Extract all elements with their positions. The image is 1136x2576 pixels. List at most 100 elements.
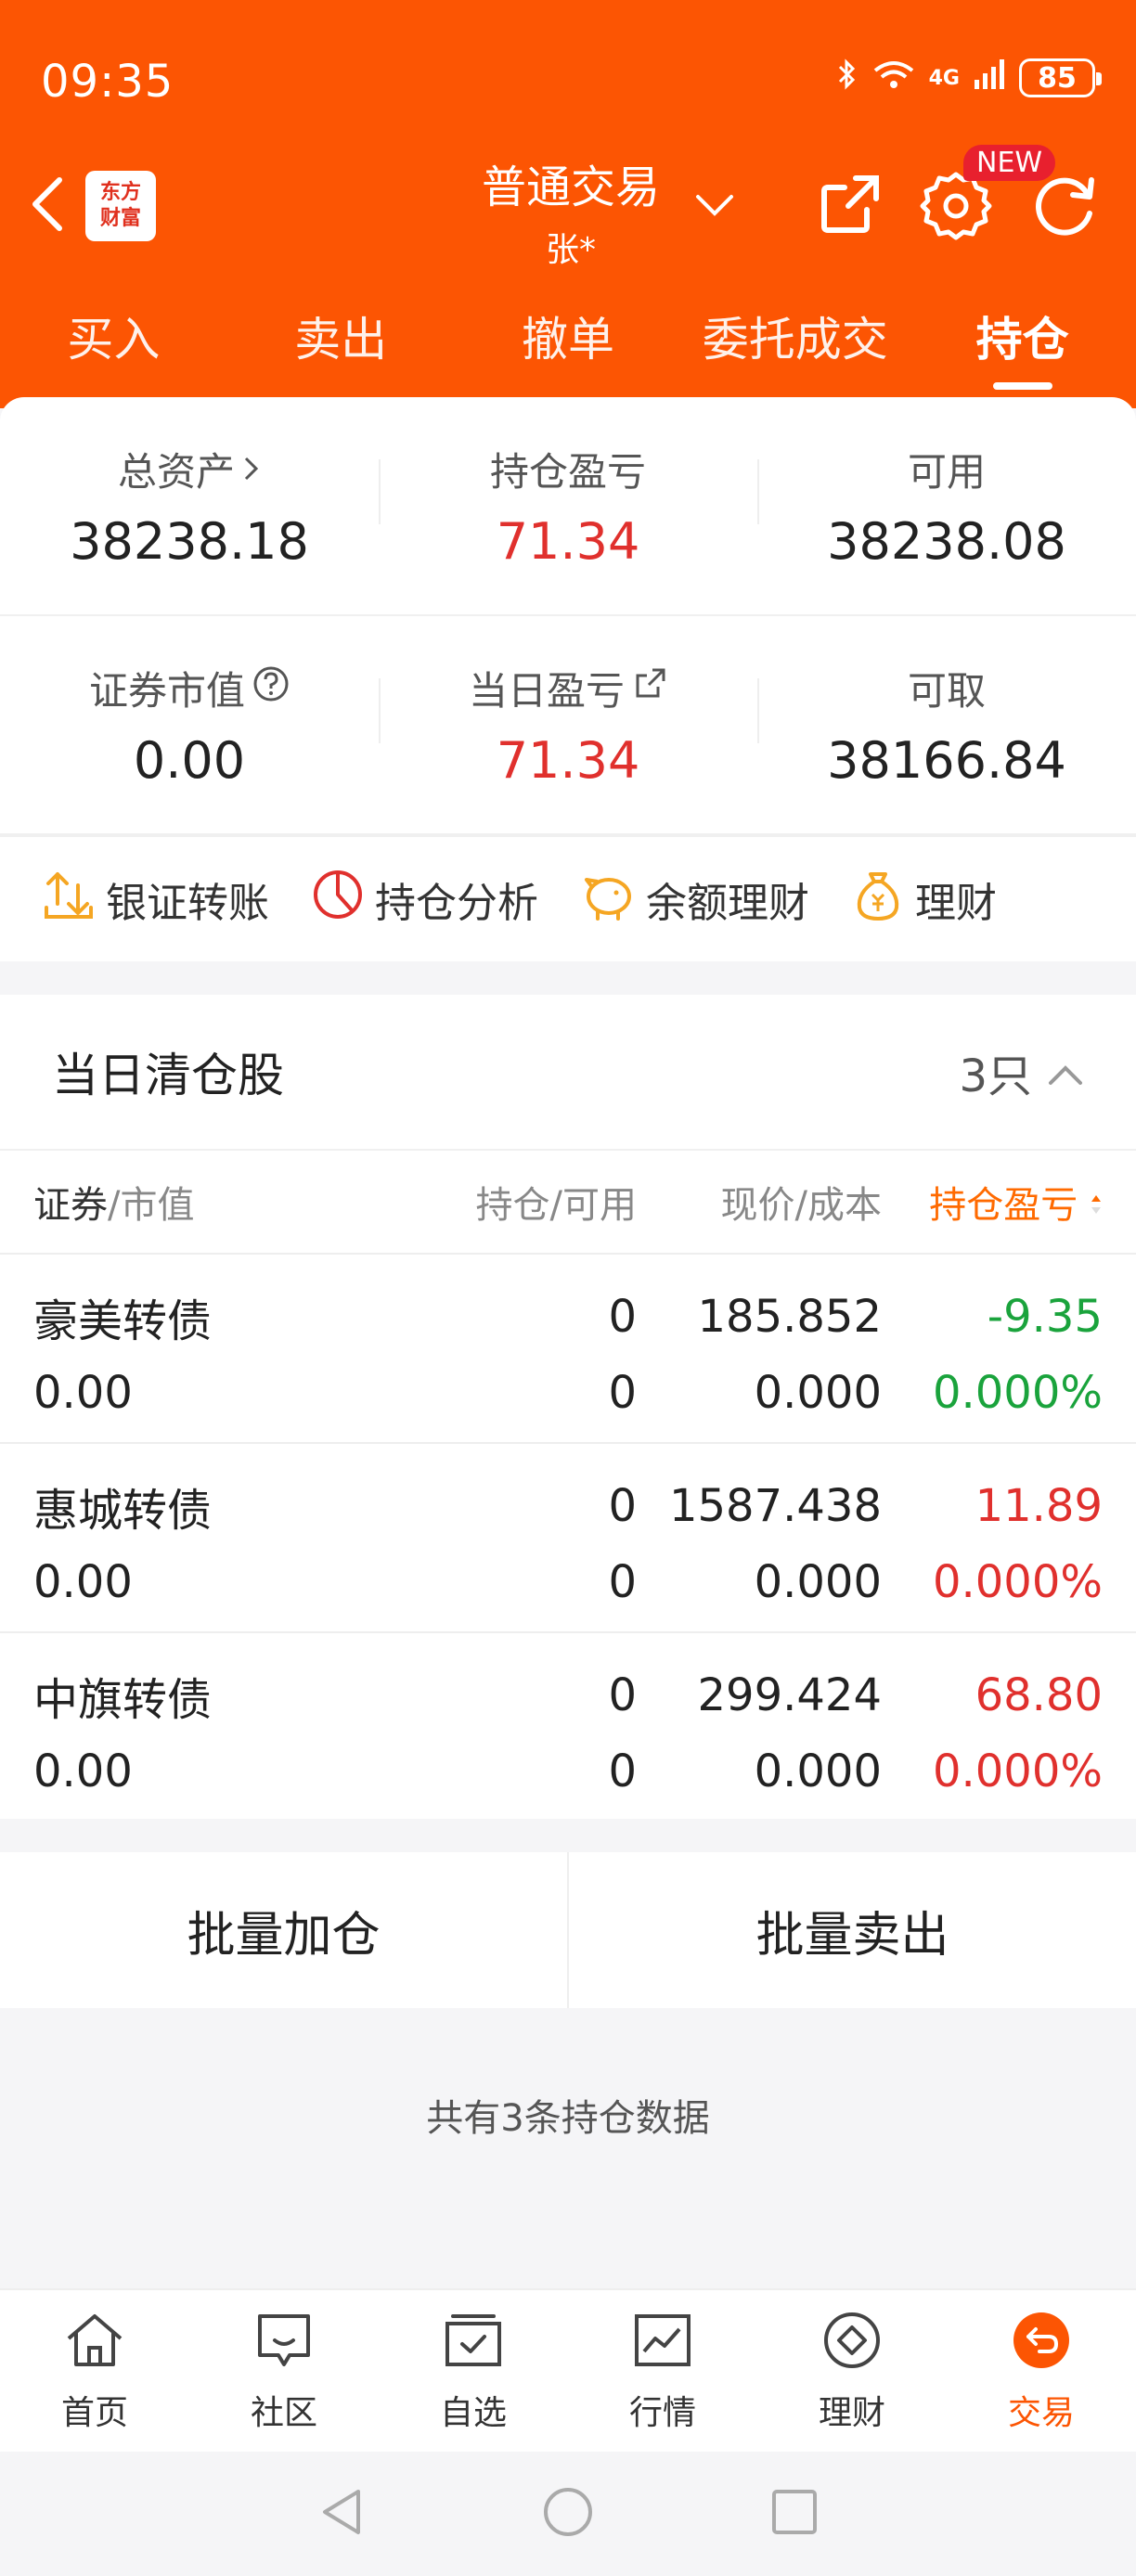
- account-switcher[interactable]: 普通交易 张*: [464, 150, 678, 271]
- nav-wealth[interactable]: 理财: [757, 2290, 947, 2452]
- line-chart-icon: [629, 2309, 696, 2380]
- section-count: 3只: [959, 1050, 1032, 1102]
- balance-wealth-label: 余额理财: [646, 880, 809, 927]
- metrics-row-2: 证券市值 0.00 当日盈亏 71.34 可取 38166.84: [0, 616, 1136, 835]
- row-name: 惠城转债: [33, 1485, 213, 1537]
- row-pnl: 11.89: [975, 1480, 1103, 1532]
- row-market-value: 0.00: [33, 1367, 133, 1419]
- metrics-row-1: 总资产 38238.18 持仓盈亏 71.34 可用 38238.08: [0, 397, 1136, 616]
- position-pnl-value: 71.34: [496, 512, 640, 571]
- daily-pnl-value: 71.34: [496, 731, 640, 790]
- money-bag-icon: [850, 867, 906, 933]
- row-pnl: -9.35: [987, 1291, 1103, 1343]
- positions-count-note: 共有3条持仓数据: [426, 2097, 710, 2140]
- bluetooth-icon: [836, 58, 858, 98]
- chevron-up-icon[interactable]: [1047, 1046, 1084, 1098]
- row-available: 0: [608, 1745, 637, 1797]
- page-title: 普通交易: [481, 161, 660, 213]
- nav-watchlist-label: 自选: [439, 2393, 507, 2432]
- status-icons: 4G 85: [836, 58, 1102, 98]
- system-home-icon[interactable]: [542, 2486, 594, 2542]
- nav-community-label: 社区: [250, 2393, 317, 2432]
- row-pnl-pct: 0.000%: [932, 1367, 1103, 1419]
- tab-sell[interactable]: 卖出: [227, 303, 455, 395]
- sort-icon: [1078, 1184, 1103, 1227]
- nav-wealth-label: 理财: [818, 2393, 885, 2432]
- withdrawable-label: 可取: [907, 668, 986, 714]
- row-cost: 0.000: [754, 1367, 882, 1419]
- nav-market[interactable]: 行情: [568, 2290, 757, 2452]
- nav-watchlist[interactable]: 自选: [379, 2290, 568, 2452]
- position-analysis-label: 持仓分析: [375, 880, 538, 927]
- wealth-button[interactable]: 理财: [850, 867, 997, 933]
- wealth-label: 理财: [915, 880, 997, 927]
- account-summary-card: 总资产 38238.18 持仓盈亏 71.34 可用 38238.08 证券市值: [0, 397, 1136, 961]
- nav-trade[interactable]: 交易: [947, 2290, 1136, 2452]
- metric-position-pnl: 持仓盈亏 71.34: [379, 441, 757, 571]
- bank-transfer-button[interactable]: 银证转账: [41, 867, 269, 933]
- table-header: 证券/市值 持仓/可用 现价/成本 持仓盈亏: [0, 1151, 1136, 1253]
- cleared-positions-section: 当日清仓股 3只 证券/市值 持仓/可用 现价/成本 持仓盈亏 豪美转债 0 1…: [0, 995, 1136, 1819]
- signal-icon: [973, 58, 1006, 98]
- tab-cancel[interactable]: 撤单: [455, 303, 682, 395]
- watchlist-check-icon: [440, 2309, 507, 2380]
- nav-community[interactable]: 社区: [189, 2290, 379, 2452]
- table-row[interactable]: 中旗转债 0 299.424 68.80 0.00 0 0.000 0.000%: [0, 1631, 1136, 1821]
- metric-withdrawable: 可取 38166.84: [757, 660, 1136, 790]
- help-icon[interactable]: [252, 665, 290, 712]
- row-name: 中旗转债: [33, 1674, 213, 1726]
- metric-total-assets[interactable]: 总资产 38238.18: [0, 441, 379, 571]
- row-available: 0: [608, 1367, 637, 1419]
- row-position: 0: [608, 1480, 637, 1532]
- metric-available: 可用 38238.08: [757, 441, 1136, 571]
- transfer-icon: [41, 867, 97, 933]
- chevron-down-icon[interactable]: [694, 191, 735, 223]
- position-analysis-button[interactable]: 持仓分析: [310, 867, 538, 933]
- trade-icon: [1008, 2309, 1075, 2380]
- total-assets-label: 总资产: [117, 449, 235, 495]
- balance-wealth-button[interactable]: 余额理财: [579, 867, 809, 933]
- nav-home[interactable]: 首页: [0, 2290, 189, 2452]
- table-row[interactable]: 豪美转债 0 185.852 -9.35 0.00 0 0.000 0.000%: [0, 1253, 1136, 1442]
- status-bar: 09:35 4G 85: [0, 0, 1136, 167]
- system-recents-icon[interactable]: [770, 2488, 819, 2540]
- row-cost: 0.000: [754, 1745, 882, 1797]
- metric-daily-pnl[interactable]: 当日盈亏 71.34: [379, 660, 757, 790]
- daily-pnl-label: 当日盈亏: [468, 668, 625, 714]
- logo-line2: 财富: [99, 207, 141, 230]
- row-position: 0: [608, 1669, 637, 1721]
- position-pnl-label: 持仓盈亏: [489, 449, 646, 495]
- section-header[interactable]: 当日清仓股 3只: [0, 995, 1136, 1151]
- logo-line1: 东方: [99, 181, 141, 204]
- col-market-value: /市值: [108, 1184, 195, 1227]
- batch-actions: 批量加仓 批量卖出: [0, 1852, 1136, 2008]
- quick-actions: 银证转账 持仓分析 余额理财 理财: [0, 835, 1136, 961]
- row-position: 0: [608, 1291, 637, 1343]
- system-nav-bar: [0, 2452, 1136, 2576]
- securities-value-label: 证券市值: [88, 668, 245, 714]
- battery-indicator: 85: [1019, 58, 1102, 97]
- back-arrow-icon[interactable]: [26, 173, 71, 236]
- row-cost: 0.000: [754, 1556, 882, 1608]
- refresh-icon[interactable]: [1026, 169, 1101, 247]
- batch-sell-button[interactable]: 批量卖出: [567, 1852, 1136, 2008]
- col-pnl-sort[interactable]: 持仓盈亏: [882, 1175, 1103, 1229]
- share-icon[interactable]: [815, 169, 885, 243]
- row-market-value: 0.00: [33, 1556, 133, 1608]
- col-price: 现价/成本: [720, 1184, 882, 1227]
- bottom-nav: 首页 社区 自选 行情 理财 交易: [0, 2288, 1136, 2452]
- system-back-icon[interactable]: [317, 2486, 366, 2542]
- tab-orders[interactable]: 委托成交: [681, 303, 909, 395]
- withdrawable-value: 38166.84: [827, 731, 1066, 790]
- home-icon: [61, 2309, 128, 2380]
- table-row[interactable]: 惠城转债 0 1587.438 11.89 0.00 0 0.000 0.000…: [0, 1442, 1136, 1631]
- col-pnl: 持仓盈亏: [929, 1184, 1078, 1227]
- nav-home-label: 首页: [60, 2393, 128, 2432]
- batch-add-button[interactable]: 批量加仓: [0, 1852, 567, 2008]
- tab-positions[interactable]: 持仓: [909, 303, 1136, 395]
- row-price: 299.424: [697, 1669, 883, 1721]
- available-value: 38238.08: [827, 512, 1066, 571]
- wifi-icon: [871, 58, 916, 98]
- total-assets-value: 38238.18: [70, 512, 309, 571]
- tab-buy[interactable]: 买入: [0, 303, 227, 395]
